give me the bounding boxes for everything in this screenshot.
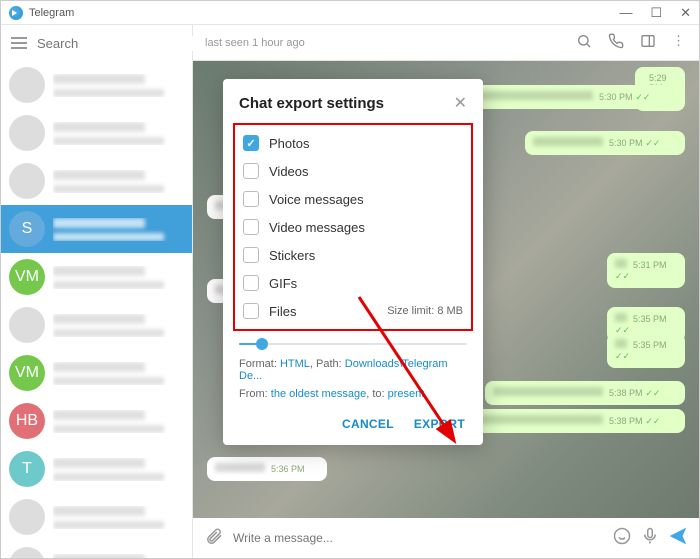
option-label: Photos — [269, 136, 309, 151]
option-label: Voice messages — [269, 192, 364, 207]
sidebar: S VM VM HB T — [1, 25, 193, 558]
format-line: Format: HTML, Path: Downloads\Telegram D… — [223, 355, 483, 385]
minimize-button[interactable]: — — [619, 5, 632, 21]
option-label: Video messages — [269, 220, 365, 235]
avatar: VM — [9, 355, 45, 391]
avatar — [9, 67, 45, 103]
more-icon[interactable]: ⋮ — [672, 33, 687, 52]
chat-list: S VM VM HB T — [1, 61, 192, 558]
export-option[interactable]: Photos — [237, 129, 469, 157]
message-bubble: 5:31 PM ✓✓ — [607, 253, 685, 288]
attach-icon[interactable] — [205, 527, 223, 550]
range-line: From: the oldest message, to: present — [223, 385, 483, 403]
chat-list-item[interactable]: S — [1, 205, 192, 253]
export-option[interactable]: GIFs — [237, 269, 469, 297]
message-input[interactable] — [233, 531, 603, 545]
search-bar — [1, 25, 192, 61]
message-bubble: 5:36 PM — [207, 457, 327, 481]
checkbox[interactable] — [243, 191, 259, 207]
message-input-bar — [193, 518, 699, 558]
chat-list-item[interactable]: VM — [1, 253, 192, 301]
avatar: HB — [9, 403, 45, 439]
checkbox[interactable] — [243, 163, 259, 179]
option-label: Stickers — [269, 248, 315, 263]
chat-list-item[interactable] — [1, 61, 192, 109]
chat-list-item[interactable] — [1, 301, 192, 349]
avatar: VM — [9, 259, 45, 295]
chat-header: last seen 1 hour ago ⋮ — [193, 25, 699, 61]
export-option[interactable]: Video messages — [237, 213, 469, 241]
search-icon[interactable] — [576, 33, 592, 52]
format-link[interactable]: HTML — [280, 358, 310, 370]
checkbox[interactable] — [243, 219, 259, 235]
from-link[interactable]: the oldest message — [271, 388, 366, 400]
chat-list-item[interactable] — [1, 109, 192, 157]
export-option[interactable]: Videos — [237, 157, 469, 185]
chat-list-item[interactable] — [1, 493, 192, 541]
export-options: Photos Videos Voice messages Video messages… — [233, 123, 473, 331]
chat-status: last seen 1 hour ago — [205, 37, 576, 49]
checkbox[interactable] — [243, 247, 259, 263]
option-label: GIFs — [269, 276, 297, 291]
avatar — [9, 307, 45, 343]
checkbox[interactable] — [243, 135, 259, 151]
export-option[interactable]: Files Size limit: 8 MB — [237, 297, 469, 325]
app-title: Telegram — [29, 7, 74, 19]
sidebar-toggle-icon[interactable] — [640, 33, 656, 52]
checkbox[interactable] — [243, 275, 259, 291]
export-settings-dialog: Chat export settings ✕ Photos Videos Voice… — [223, 79, 483, 445]
avatar — [9, 163, 45, 199]
checkbox[interactable] — [243, 303, 259, 319]
to-link[interactable]: present — [388, 388, 425, 400]
chat-list-item[interactable]: T — [1, 445, 192, 493]
avatar — [9, 499, 45, 535]
chat-list-item[interactable] — [1, 157, 192, 205]
telegram-icon — [9, 6, 23, 20]
window-controls: — ☐ ✕ — [619, 5, 691, 21]
maximize-button[interactable]: ☐ — [650, 5, 662, 21]
chat-list-item[interactable]: HB — [1, 397, 192, 445]
close-icon[interactable]: ✕ — [454, 93, 467, 113]
search-input[interactable] — [37, 36, 213, 51]
window-titlebar: Telegram — ☐ ✕ — [1, 1, 699, 25]
dialog-title: Chat export settings — [239, 95, 454, 112]
avatar: S — [9, 211, 45, 247]
export-option[interactable]: Voice messages — [237, 185, 469, 213]
avatar — [9, 115, 45, 151]
option-label: Files — [269, 304, 296, 319]
message-bubble: 5:30 PM ✓✓ — [525, 131, 685, 155]
export-option[interactable]: Stickers — [237, 241, 469, 269]
close-button[interactable]: ✕ — [680, 5, 691, 21]
emoji-icon[interactable] — [613, 527, 631, 550]
cancel-button[interactable]: CANCEL — [342, 417, 394, 431]
chat-list-item[interactable] — [1, 541, 192, 558]
avatar — [9, 547, 45, 558]
message-bubble: 5:35 PM ✓✓ — [607, 333, 685, 368]
menu-button[interactable] — [11, 37, 27, 49]
call-icon[interactable] — [608, 33, 624, 52]
option-label: Videos — [269, 164, 309, 179]
size-slider[interactable] — [223, 337, 483, 355]
send-icon[interactable] — [669, 527, 687, 550]
size-limit-label: Size limit: 8 MB — [387, 305, 463, 317]
avatar: T — [9, 451, 45, 487]
voice-icon[interactable] — [641, 527, 659, 550]
chat-list-item[interactable]: VM — [1, 349, 192, 397]
export-button[interactable]: EXPORT — [414, 417, 465, 431]
message-bubble: 5:38 PM ✓✓ — [485, 381, 685, 405]
